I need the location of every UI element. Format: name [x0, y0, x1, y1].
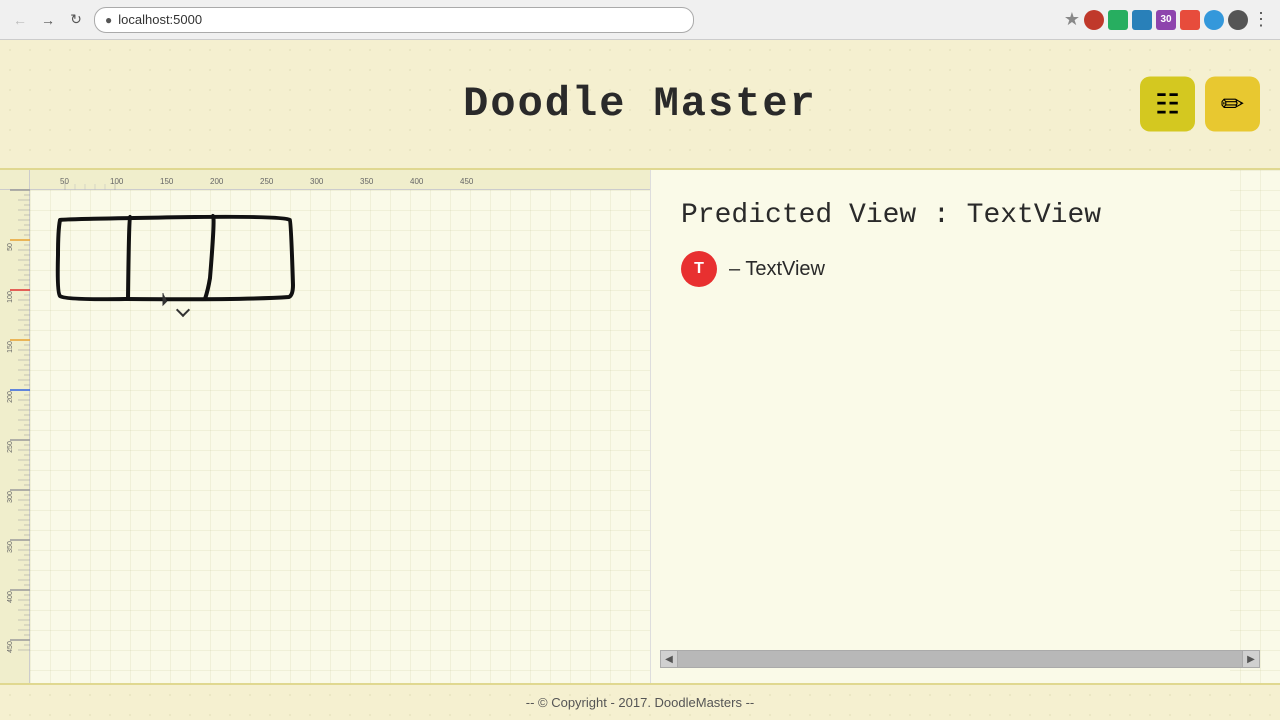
- svg-text:50: 50: [60, 177, 69, 186]
- grid-icon-button[interactable]: ☷: [1140, 77, 1195, 132]
- ext-icon-7: [1228, 10, 1248, 30]
- url-text: localhost:5000: [118, 12, 202, 27]
- scroll-track[interactable]: [678, 650, 1242, 668]
- lock-icon: ●: [105, 13, 112, 27]
- drawing-area[interactable]: [30, 190, 650, 683]
- predicted-view-title: Predicted View : TextView: [681, 200, 1200, 231]
- ext-icon-2: [1108, 10, 1128, 30]
- eraser-icon: ✏: [1221, 88, 1244, 121]
- ruler-left-svg: 50 100 150 200 250 300 350 400 450: [0, 190, 30, 650]
- app-title: Doodle Master: [463, 80, 817, 128]
- ext-icon-1: [1084, 10, 1104, 30]
- left-panel: 50 100 150 200 250 300 350 400 450 50 100 150 20…: [0, 170, 650, 683]
- drawing-column: 50 100 150 200 250 300 350 400 450: [30, 170, 650, 683]
- bookmark-icon[interactable]: ★: [1064, 9, 1080, 30]
- svg-text:100: 100: [7, 291, 14, 303]
- right-panel: Predicted View : TextView T – TextView: [650, 170, 1230, 683]
- svg-text:450: 450: [7, 641, 14, 653]
- scrollbar-container: ◀ ▶: [660, 650, 1260, 668]
- forward-button[interactable]: →: [38, 10, 58, 30]
- ext-icon-4: 30: [1156, 10, 1176, 30]
- scroll-thumb[interactable]: [678, 651, 1242, 667]
- svg-text:250: 250: [260, 177, 274, 186]
- browser-chrome: ← → ↻ ● localhost:5000 ★ 30 ⋮: [0, 0, 1280, 40]
- svg-text:200: 200: [210, 177, 224, 186]
- scroll-left-button[interactable]: ◀: [660, 650, 678, 668]
- svg-text:300: 300: [310, 177, 324, 186]
- svg-text:450: 450: [460, 177, 474, 186]
- prediction-badge: T: [681, 251, 717, 287]
- svg-text:50: 50: [7, 243, 14, 251]
- browser-extensions: ★ 30 ⋮: [1064, 9, 1270, 30]
- ext-icon-3: [1132, 10, 1152, 30]
- ruler-top: 50 100 150 200 250 300 350 400 450: [30, 170, 650, 190]
- svg-text:250: 250: [7, 441, 14, 453]
- svg-text:350: 350: [7, 541, 14, 553]
- svg-text:400: 400: [410, 177, 424, 186]
- scroll-left-arrow: ◀: [665, 654, 673, 665]
- prediction-item: T – TextView: [681, 251, 1200, 287]
- svg-text:150: 150: [160, 177, 174, 186]
- svg-text:150: 150: [7, 341, 14, 353]
- eraser-icon-button[interactable]: ✏: [1205, 77, 1260, 132]
- prediction-text: – TextView: [729, 258, 825, 281]
- back-button[interactable]: ←: [10, 10, 30, 30]
- header-icons: ☷ ✏: [1140, 77, 1260, 132]
- scroll-right-arrow: ▶: [1247, 654, 1255, 665]
- ruler-top-svg: 50 100 150 200 250 300 350 400 450: [30, 170, 650, 190]
- doodle-drawing: [45, 205, 305, 315]
- svg-text:200: 200: [7, 391, 14, 403]
- refresh-button[interactable]: ↻: [66, 10, 86, 30]
- scroll-right-button[interactable]: ▶: [1242, 650, 1260, 668]
- svg-text:350: 350: [360, 177, 374, 186]
- ext-icon-6: [1204, 10, 1224, 30]
- svg-text:300: 300: [7, 491, 14, 503]
- svg-text:100: 100: [110, 177, 124, 186]
- main-content: 50 100 150 200 250 300 350 400 450 50 100 150 20…: [0, 170, 1280, 683]
- grid-icon: ☷: [1155, 88, 1180, 121]
- ext-icon-5: [1180, 10, 1200, 30]
- address-bar[interactable]: ● localhost:5000: [94, 7, 694, 33]
- svg-text:400: 400: [7, 591, 14, 603]
- app-footer: -- © Copyright - 2017. DoodleMasters --: [0, 683, 1280, 720]
- ruler-left: 50 100 150 200 250 300 350 400 450: [0, 170, 30, 683]
- app-header: Doodle Master ☷ ✏: [0, 40, 1280, 170]
- copyright-text: -- © Copyright - 2017. DoodleMasters --: [526, 695, 755, 710]
- menu-icon[interactable]: ⋮: [1252, 9, 1270, 30]
